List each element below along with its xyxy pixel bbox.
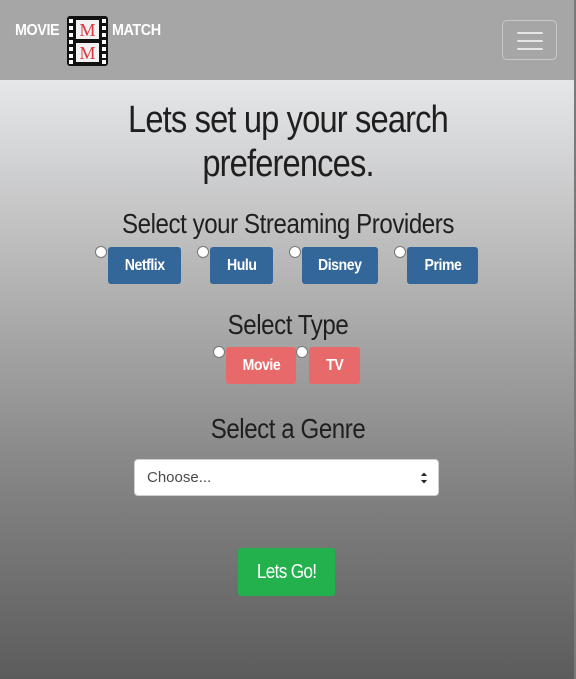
hulu-button[interactable]: Hulu bbox=[210, 247, 273, 284]
genre-select[interactable]: Choose... bbox=[134, 459, 439, 496]
type-title: Select Type bbox=[227, 309, 349, 340]
logo-letter-top: M bbox=[79, 20, 95, 40]
tv-button[interactable]: TV bbox=[309, 347, 360, 384]
prime-label: Prime bbox=[424, 256, 461, 274]
hamburger-icon bbox=[517, 32, 543, 34]
movie-button[interactable]: Movie bbox=[226, 347, 296, 384]
netflix-label: Netflix bbox=[124, 256, 165, 274]
lets-go-button[interactable]: Lets Go! bbox=[238, 548, 335, 596]
movie-radio[interactable] bbox=[213, 346, 225, 358]
hamburger-icon-bar bbox=[517, 40, 543, 42]
lets-go-label: Lets Go! bbox=[256, 560, 317, 583]
brand-movie-text[interactable]: MOVIE bbox=[15, 22, 60, 40]
navbar: MOVIE M M MATCH bbox=[0, 0, 576, 80]
page-title-line-2: preferences. bbox=[202, 143, 374, 185]
disney-label: Disney bbox=[318, 256, 362, 274]
page-title: Lets set up your search preferences. bbox=[40, 98, 535, 186]
tv-label: TV bbox=[325, 356, 344, 374]
genre-select-value: Choose... bbox=[147, 469, 212, 486]
movie-label: Movie bbox=[242, 356, 280, 374]
hulu-label: Hulu bbox=[226, 256, 257, 274]
prime-button[interactable]: Prime bbox=[407, 247, 478, 284]
hulu-radio[interactable] bbox=[197, 246, 209, 258]
netflix-radio[interactable] bbox=[95, 246, 107, 258]
film-strip-logo-icon[interactable]: M M bbox=[67, 16, 108, 66]
netflix-button[interactable]: Netflix bbox=[108, 247, 181, 284]
navbar-toggle-button[interactable] bbox=[502, 20, 557, 60]
disney-radio[interactable] bbox=[289, 246, 301, 258]
prime-radio[interactable] bbox=[394, 246, 406, 258]
genre-title: Select a Genre bbox=[210, 413, 366, 444]
providers-title: Select your Streaming Providers bbox=[122, 208, 454, 239]
hamburger-icon-bar bbox=[517, 48, 543, 50]
select-caret-icon bbox=[421, 472, 427, 484]
logo-letter-bottom: M bbox=[79, 43, 95, 63]
brand-match-text[interactable]: MATCH bbox=[112, 22, 161, 40]
page-title-line-1: Lets set up your search bbox=[128, 99, 449, 141]
tv-radio[interactable] bbox=[296, 346, 308, 358]
disney-button[interactable]: Disney bbox=[302, 247, 378, 284]
